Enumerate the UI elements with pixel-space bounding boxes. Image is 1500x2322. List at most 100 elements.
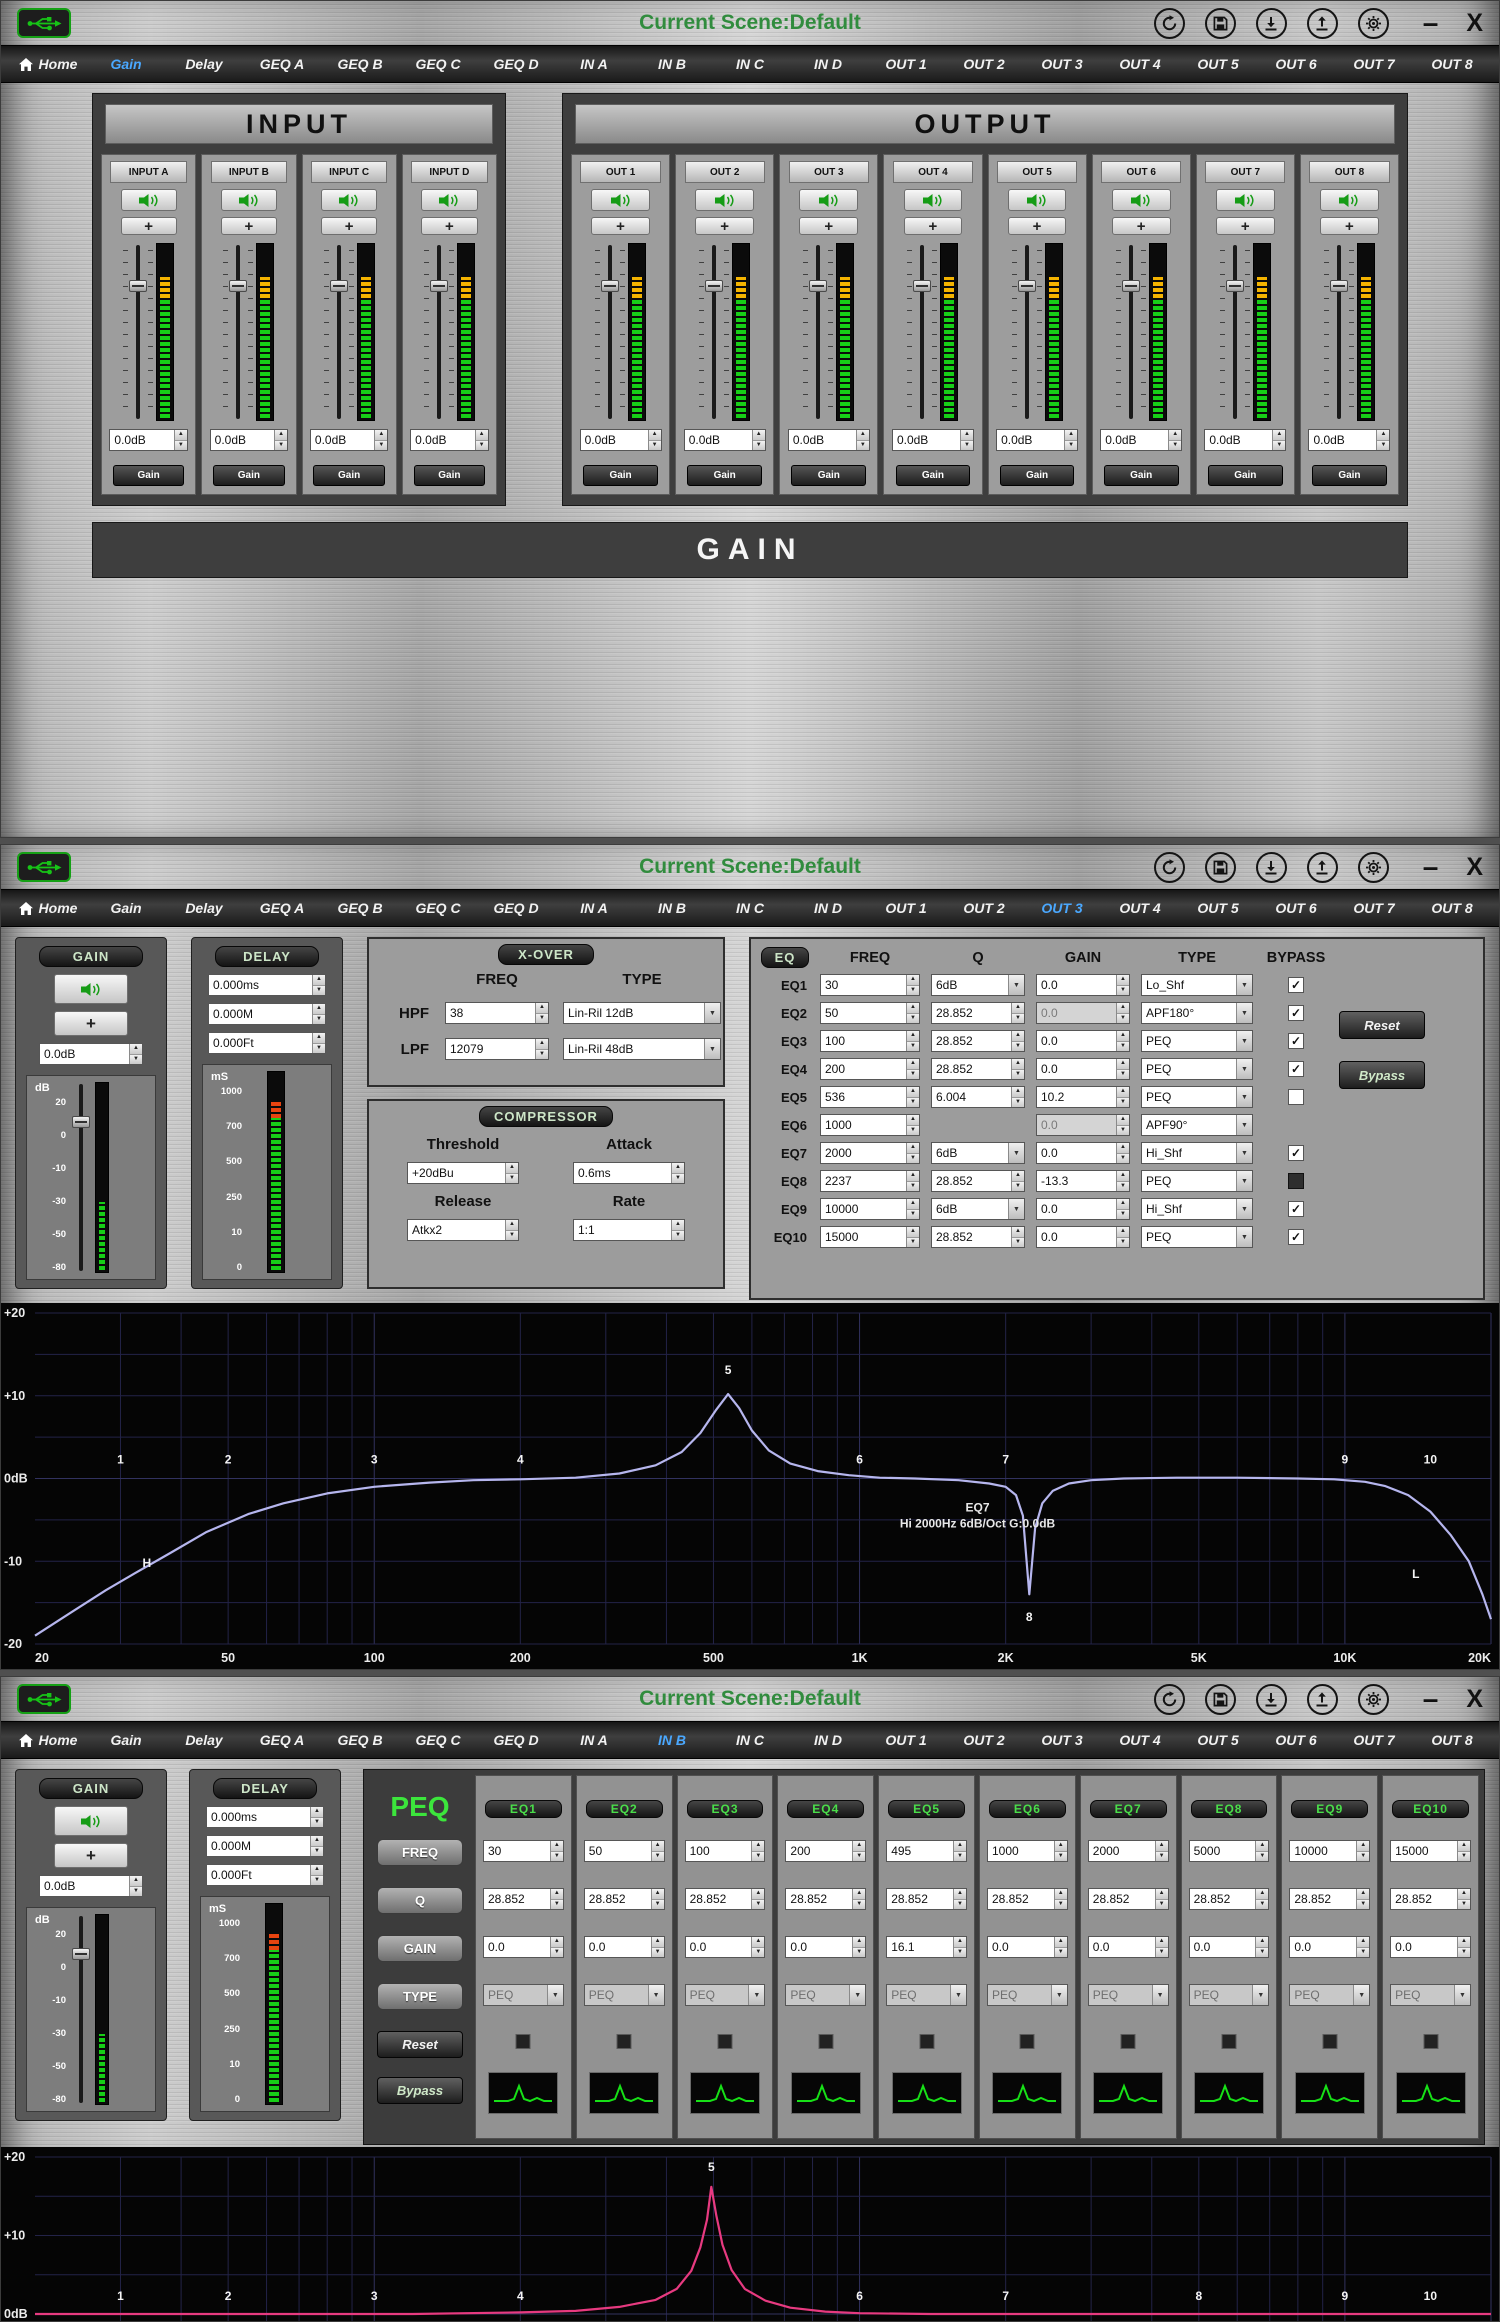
nav-tab-delay[interactable]: Delay xyxy=(165,56,243,72)
eq-row-3-bypass-checkbox[interactable]: ✓ xyxy=(1288,1033,1304,1049)
gain-fader[interactable] xyxy=(131,243,145,421)
spinner-arrows[interactable]: ▲▼ xyxy=(1116,1031,1129,1051)
eq-row-5-gain-spinner[interactable]: 10.2▲▼ xyxy=(1036,1086,1130,1108)
spinner-arrows[interactable]: ▲▼ xyxy=(1356,1937,1369,1957)
spinner-arrows[interactable]: ▲▼ xyxy=(751,1889,764,1909)
nav-tab-out-4[interactable]: OUT 4 xyxy=(1101,900,1179,916)
link-button[interactable]: + xyxy=(591,217,650,235)
spinner-arrows[interactable]: ▲▼ xyxy=(906,1143,919,1163)
nav-tab-geq-b[interactable]: GEQ B xyxy=(321,1732,399,1748)
eq-row-3-gain-spinner[interactable]: 0.0▲▼ xyxy=(1036,1030,1130,1052)
eq-row-5-bypass-checkbox[interactable] xyxy=(1288,1089,1304,1105)
spinner-arrows[interactable]: ▲▼ xyxy=(648,430,661,450)
band-5-q-spinner[interactable]: 28.852▲▼ xyxy=(886,1888,967,1910)
eq-row-10-q-spinner[interactable]: 28.852▲▼ xyxy=(931,1226,1025,1248)
band-9-type-dropdown[interactable]: PEQ▼ xyxy=(1289,1984,1370,2006)
eq-row-9-bypass-checkbox[interactable]: ✓ xyxy=(1288,1201,1304,1217)
link-button[interactable]: + xyxy=(1320,217,1379,235)
eq-row-10-type-dropdown[interactable]: PEQ▼ xyxy=(1141,1226,1253,1248)
nav-tab-out-5[interactable]: OUT 5 xyxy=(1179,1732,1257,1748)
nav-tab-gain[interactable]: Gain xyxy=(87,900,165,916)
nav-tab-out-7[interactable]: OUT 7 xyxy=(1335,56,1413,72)
band-10-bypass-checkbox[interactable] xyxy=(1423,2034,1438,2049)
mute-button[interactable] xyxy=(54,974,128,1004)
eq-row-10-bypass-checkbox[interactable]: ✓ xyxy=(1288,1229,1304,1245)
eq-row-4-type-dropdown[interactable]: PEQ▼ xyxy=(1141,1058,1253,1080)
spinner-arrows[interactable]: ▲▼ xyxy=(752,430,765,450)
spinner-arrows[interactable]: ▲▼ xyxy=(1011,1031,1024,1051)
nav-tab-delay[interactable]: Delay xyxy=(165,1732,243,1748)
mute-button[interactable] xyxy=(221,189,277,211)
gain-fader[interactable] xyxy=(74,1082,90,1273)
gain-fader[interactable] xyxy=(1228,243,1242,421)
eq-row-4-freq-spinner[interactable]: 200▲▼ xyxy=(820,1058,920,1080)
gain-button[interactable]: Gain xyxy=(1208,465,1283,486)
delay-meters-spinner[interactable]: 0.000M▲▼ xyxy=(208,1003,326,1025)
save-icon[interactable] xyxy=(1205,1684,1236,1715)
band-5-freq-spinner[interactable]: 495▲▼ xyxy=(886,1840,967,1862)
spinner-arrows[interactable]: ▲▼ xyxy=(374,430,387,450)
spinner-arrows[interactable]: ▲▼ xyxy=(852,1937,865,1957)
eq-row-7-bypass-checkbox[interactable]: ✓ xyxy=(1288,1145,1304,1161)
nav-tab-out-2[interactable]: OUT 2 xyxy=(945,1732,1023,1748)
eq-row-5-type-dropdown[interactable]: PEQ▼ xyxy=(1141,1086,1253,1108)
spinner-arrows[interactable]: ▲▼ xyxy=(906,1199,919,1219)
spinner-arrows[interactable]: ▲▼ xyxy=(129,1876,142,1896)
eq-row-9-type-dropdown[interactable]: Hi_Shf▼ xyxy=(1141,1198,1253,1220)
channel-gain-spinner[interactable]: 0.0dB▲▼ xyxy=(684,429,766,451)
nav-tab-out-1[interactable]: OUT 1 xyxy=(867,900,945,916)
nav-tab-out-7[interactable]: OUT 7 xyxy=(1335,1732,1413,1748)
peq-q-button[interactable]: Q xyxy=(377,1887,463,1914)
eq-row-8-gain-spinner[interactable]: -13.3▲▼ xyxy=(1036,1170,1130,1192)
band-10-freq-spinner[interactable]: 15000▲▼ xyxy=(1390,1840,1471,1862)
spinner-arrows[interactable]: ▲▼ xyxy=(906,1171,919,1191)
band-2-bypass-checkbox[interactable] xyxy=(617,2034,632,2049)
nav-tab-out-6[interactable]: OUT 6 xyxy=(1257,900,1335,916)
upload-icon[interactable] xyxy=(1307,8,1338,39)
settings-icon[interactable] xyxy=(1358,1684,1389,1715)
spinner-arrows[interactable]: ▲▼ xyxy=(1011,1003,1024,1023)
channel-gain-spinner[interactable]: 0.0dB▲▼ xyxy=(1100,429,1182,451)
band-10-q-spinner[interactable]: 28.852▲▼ xyxy=(1390,1888,1471,1910)
gain-fader[interactable] xyxy=(707,243,721,421)
link-button[interactable]: + xyxy=(54,1843,128,1868)
mute-button[interactable] xyxy=(591,189,650,211)
nav-tab-in-d[interactable]: IN D xyxy=(789,1732,867,1748)
mute-button[interactable] xyxy=(799,189,858,211)
hpf-type-dropdown[interactable]: Lin-Ril 12dB▼ xyxy=(563,1002,721,1024)
mute-button[interactable] xyxy=(1008,189,1067,211)
nav-tab-gain[interactable]: Gain xyxy=(87,1732,165,1748)
nav-tab-gain[interactable]: Gain xyxy=(87,56,165,72)
spinner-arrows[interactable]: ▲▼ xyxy=(751,1937,764,1957)
peq-freq-button[interactable]: FREQ xyxy=(377,1839,463,1866)
nav-tab-out-3[interactable]: OUT 3 xyxy=(1023,56,1101,72)
nav-tab-geq-a[interactable]: GEQ A xyxy=(243,56,321,72)
link-button[interactable]: + xyxy=(121,217,177,235)
peq-gain-button[interactable]: GAIN xyxy=(377,1935,463,1962)
eq-row-2-q-spinner[interactable]: 28.852▲▼ xyxy=(931,1002,1025,1024)
gain-button[interactable]: Gain xyxy=(1000,465,1075,486)
nav-tab-out-5[interactable]: OUT 5 xyxy=(1179,900,1257,916)
band-3-type-dropdown[interactable]: PEQ▼ xyxy=(685,1984,766,2006)
threshold-spinner[interactable]: +20dBu▲▼ xyxy=(407,1162,519,1184)
minimize-button[interactable]: – xyxy=(1423,14,1439,32)
spinner-arrows[interactable]: ▲▼ xyxy=(550,1937,563,1957)
spinner-arrows[interactable]: ▲▼ xyxy=(1272,430,1285,450)
nav-tab-out-1[interactable]: OUT 1 xyxy=(867,1732,945,1748)
spinner-arrows[interactable]: ▲▼ xyxy=(960,430,973,450)
spinner-arrows[interactable]: ▲▼ xyxy=(1054,1889,1067,1909)
spinner-arrows[interactable]: ▲▼ xyxy=(1356,1841,1369,1861)
band-5-gain-spinner[interactable]: 16.1▲▼ xyxy=(886,1936,967,1958)
channel-gain-spinner[interactable]: 0.0dB▲▼ xyxy=(788,429,870,451)
spinner-arrows[interactable]: ▲▼ xyxy=(1011,1059,1024,1079)
nav-tab-out-4[interactable]: OUT 4 xyxy=(1101,1732,1179,1748)
gain-fader[interactable] xyxy=(811,243,825,421)
spinner-arrows[interactable]: ▲▼ xyxy=(1116,1087,1129,1107)
fader-handle[interactable] xyxy=(1122,280,1140,292)
settings-icon[interactable] xyxy=(1358,8,1389,39)
fader-handle[interactable] xyxy=(430,280,448,292)
fader-handle[interactable] xyxy=(330,280,348,292)
band-8-freq-spinner[interactable]: 5000▲▼ xyxy=(1189,1840,1270,1862)
mute-button[interactable] xyxy=(121,189,177,211)
spinner-arrows[interactable]: ▲▼ xyxy=(1054,1841,1067,1861)
